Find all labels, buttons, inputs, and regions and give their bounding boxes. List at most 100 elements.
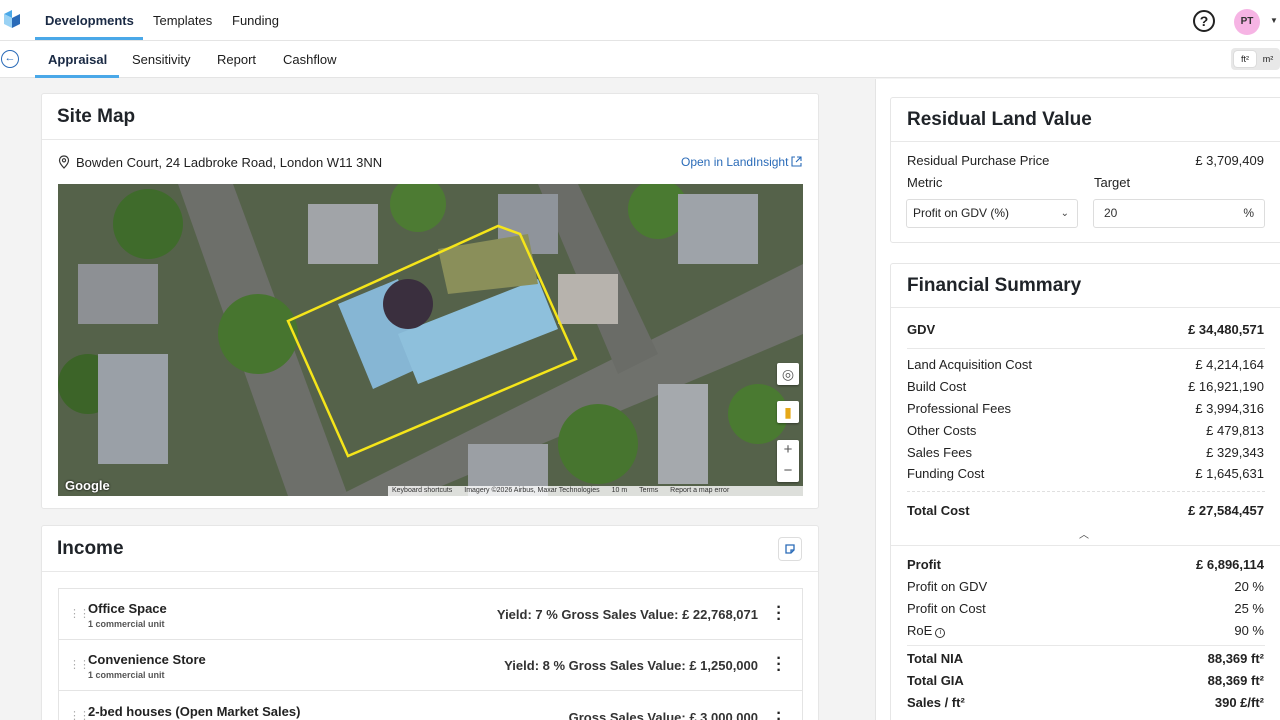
google-logo: Google <box>65 478 110 493</box>
income-row-name: Office Space <box>88 601 167 616</box>
drag-handle-icon[interactable]: ⋮⋮ <box>69 709 90 720</box>
app-logo-icon[interactable] <box>2 10 22 32</box>
divider <box>891 307 1280 308</box>
target-label: Target <box>1094 175 1131 190</box>
total-cost-value: £ 27,584,457 <box>1188 503 1264 518</box>
target-input[interactable]: 20 % <box>1093 199 1265 228</box>
unit-toggle: ft² m² <box>1231 48 1280 70</box>
sales-per-ft2-value: 390 £/ft² <box>1214 695 1264 710</box>
cost-value: £ 479,813 <box>1206 423 1264 438</box>
metric-select[interactable]: Profit on GDV (%) ⌄ <box>906 199 1078 228</box>
more-vertical-icon[interactable]: ··· <box>776 651 782 679</box>
active-subtab-indicator <box>35 75 119 78</box>
roe-label: RoE <box>907 623 933 638</box>
back-arrow-icon[interactable]: ← <box>1 50 19 68</box>
sub-nav: ← Appraisal Sensitivity Report Cashflow … <box>0 41 1280 78</box>
satellite-imagery <box>58 184 803 496</box>
caret-down-icon[interactable]: ▼ <box>1270 16 1278 25</box>
cost-label: Sales Fees <box>907 445 973 460</box>
metric-label: Metric <box>907 175 943 190</box>
open-in-landinsight-link[interactable]: Open in LandInsight <box>681 155 788 169</box>
info-icon[interactable]: i <box>935 628 946 638</box>
more-vertical-icon[interactable]: ··· <box>776 706 782 720</box>
income-row[interactable]: ⋮⋮ 2-bed houses (Open Market Sales) Gros… <box>58 690 803 720</box>
tab-developments[interactable]: Developments <box>45 13 134 28</box>
divider <box>891 141 1280 142</box>
site-map-title: Site Map <box>57 106 136 127</box>
zoom-in-button[interactable]: + <box>777 440 799 461</box>
tab-appraisal[interactable]: Appraisal <box>48 52 107 67</box>
cost-value: £ 3,994,316 <box>1195 401 1264 416</box>
avatar[interactable]: PT <box>1234 9 1260 35</box>
edit-note-icon <box>785 544 795 554</box>
zoom-control: + − <box>777 440 799 482</box>
income-row-value: Yield: 7 % Gross Sales Value: £ 22,768,0… <box>496 607 758 622</box>
more-vertical-icon[interactable]: ··· <box>776 600 782 628</box>
purchase-price-value: £ 3,709,409 <box>1195 153 1264 168</box>
cost-value: £ 329,343 <box>1206 445 1264 460</box>
purchase-price-label: Residual Purchase Price <box>907 153 1050 168</box>
roe-value: 90 % <box>1234 623 1264 638</box>
gdv-value: £ 34,480,571 <box>1188 322 1264 337</box>
total-nia-value: 88,369 ft² <box>1207 651 1264 666</box>
divider <box>907 348 1265 349</box>
income-row-name: Convenience Store <box>88 652 206 667</box>
unit-m2-button[interactable]: m² <box>1258 51 1278 67</box>
cost-label: Land Acquisition Cost <box>907 357 1033 372</box>
tab-templates[interactable]: Templates <box>153 13 212 28</box>
total-gia-value: 88,369 ft² <box>1207 673 1264 688</box>
imagery-credit: Imagery ©2026 Airbus, Maxar Technologies <box>464 487 600 494</box>
profit-on-gdv-value: 20 % <box>1234 579 1264 594</box>
tab-sensitivity[interactable]: Sensitivity <box>132 52 191 67</box>
zoom-out-button[interactable]: − <box>777 461 799 482</box>
drag-handle-icon[interactable]: ⋮⋮ <box>69 607 90 620</box>
chevron-down-icon: ⌄ <box>1060 208 1069 219</box>
divider <box>891 545 1280 546</box>
cost-value: £ 4,214,164 <box>1195 357 1264 372</box>
income-row[interactable]: ⋮⋮ Convenience Store 1 commercial unit Y… <box>58 639 803 691</box>
sales-per-ft2-label: Sales / ft² <box>907 695 965 710</box>
active-tab-indicator <box>35 37 143 40</box>
site-address: Bowden Court, 24 Ladbroke Road, London W… <box>76 155 383 170</box>
location-target-icon[interactable]: ◎ <box>777 363 799 385</box>
profit-on-cost-value: 25 % <box>1234 601 1264 616</box>
profit-on-cost-label: Profit on Cost <box>907 601 986 616</box>
location-pin-icon <box>58 155 70 169</box>
cost-label: Build Cost <box>907 379 967 394</box>
cost-label: Professional Fees <box>907 401 1012 416</box>
keyboard-shortcuts-link[interactable]: Keyboard shortcuts <box>392 487 452 494</box>
external-link-icon[interactable] <box>791 156 802 167</box>
cost-label: Funding Cost <box>907 466 985 481</box>
profit-on-gdv-label: Profit on GDV <box>907 579 988 594</box>
street-view-pegman-icon[interactable]: ▮ <box>777 401 799 423</box>
top-nav: Developments Templates Funding ? PT ▼ <box>0 0 1280 41</box>
chevron-up-icon[interactable]: ︿ <box>1079 526 1089 541</box>
question-circle-icon[interactable]: ? <box>1193 10 1215 32</box>
income-row-sub: 1 commercial unit <box>88 670 165 680</box>
report-map-error-link[interactable]: Report a map error <box>670 487 729 494</box>
target-input-value: 20 <box>1104 206 1118 220</box>
financial-summary-title: Financial Summary <box>907 275 1082 296</box>
total-nia-label: Total NIA <box>907 651 964 666</box>
total-gia-label: Total GIA <box>907 673 964 688</box>
unit-ft2-button[interactable]: ft² <box>1234 51 1256 67</box>
drag-handle-icon[interactable]: ⋮⋮ <box>69 658 90 671</box>
edit-income-button[interactable] <box>778 537 802 561</box>
tab-funding[interactable]: Funding <box>232 13 279 28</box>
roe-row: RoE i <box>907 623 946 638</box>
scale-label: 10 m <box>611 487 628 494</box>
divider <box>42 139 818 140</box>
tab-cashflow[interactable]: Cashflow <box>283 52 336 67</box>
income-title: Income <box>57 538 124 559</box>
divider <box>907 645 1265 646</box>
income-row-value: Gross Sales Value: £ 3,000,000 <box>568 710 758 720</box>
terms-link[interactable]: Terms <box>639 487 658 494</box>
divider <box>42 571 818 572</box>
metric-select-value: Profit on GDV (%) <box>913 206 1010 220</box>
total-cost-label: Total Cost <box>907 503 970 518</box>
cost-value: £ 16,921,190 <box>1188 379 1264 394</box>
gdv-label: GDV <box>907 322 936 337</box>
income-row[interactable]: ⋮⋮ Office Space 1 commercial unit Yield:… <box>58 588 803 640</box>
satellite-map[interactable] <box>58 184 803 496</box>
tab-report[interactable]: Report <box>217 52 256 67</box>
